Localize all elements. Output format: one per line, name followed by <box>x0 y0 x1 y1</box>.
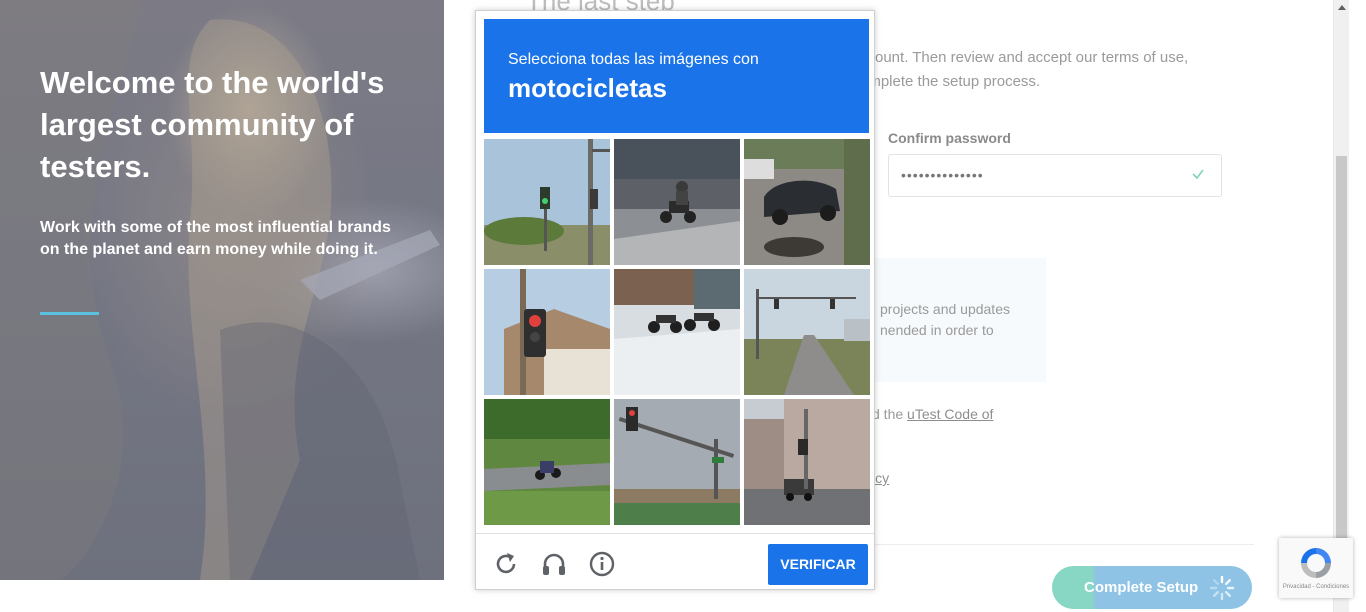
signup-page: Welcome to the world's largest community… <box>0 0 1366 612</box>
hero-panel: Welcome to the world's largest community… <box>0 0 444 580</box>
form-intro: ccount. Then review and accept our terms… <box>860 49 1189 90</box>
captcha-tile-9[interactable] <box>744 399 870 525</box>
code-prefix: d the <box>872 406 908 422</box>
page-scrollbar[interactable] <box>1333 0 1349 612</box>
captcha-tile-6[interactable] <box>744 269 870 395</box>
captcha-tile-2[interactable] <box>614 139 740 265</box>
confirm-password-field[interactable]: •••••••••••••• <box>888 154 1222 197</box>
recaptcha-terms[interactable]: Privacidad - Condiciones <box>1279 584 1353 590</box>
verify-button[interactable]: VERIFICAR <box>768 544 868 585</box>
hero-subtitle: Work with some of the most influential b… <box>40 219 391 258</box>
parked-car-image <box>744 139 870 265</box>
code-of-conduct-link[interactable]: uTest Code of <box>907 406 993 422</box>
captcha-tile-1[interactable] <box>484 139 610 265</box>
captcha-header: Selecciona todas las imágenes con motoci… <box>484 19 869 133</box>
captcha-instruction: Selecciona todas las imágenes con <box>508 51 759 68</box>
scroll-thumb[interactable] <box>1336 156 1347 540</box>
captcha-target: motocicletas <box>508 73 667 103</box>
loading-spinner-icon <box>1209 575 1235 601</box>
motorcycle-road-image <box>484 399 610 525</box>
scroll-up-arrow-icon[interactable] <box>1338 5 1346 10</box>
traffic-light-image <box>484 139 610 265</box>
captcha-tile-4[interactable] <box>484 269 610 395</box>
road-traffic-lights-image <box>744 269 870 395</box>
complete-setup-label: Complete Setup <box>1084 579 1199 596</box>
info-icon[interactable] <box>588 550 616 578</box>
recaptcha-logo-icon <box>1301 548 1331 578</box>
info-box: projects and updates nended in order to <box>860 258 1046 382</box>
recaptcha-badge[interactable]: Privacidad - Condiciones <box>1279 538 1353 598</box>
confirm-password-value: •••••••••••••• <box>901 167 984 183</box>
captcha-tile-5[interactable] <box>614 269 740 395</box>
info-text: projects and updates nended in order to <box>880 301 1010 338</box>
code-of-conduct-text: d the uTest Code of <box>872 406 993 422</box>
captcha-challenge: Selecciona todas las imágenes con motoci… <box>475 10 875 590</box>
hero-accent-line <box>40 312 99 315</box>
traffic-light-pole-image <box>614 399 740 525</box>
traffic-light-house-image <box>484 269 610 395</box>
refresh-icon[interactable] <box>492 550 520 578</box>
complete-setup-button[interactable]: Complete Setup <box>1052 566 1252 609</box>
captcha-tile-8[interactable] <box>614 399 740 525</box>
divider <box>870 544 1254 545</box>
headphones-icon[interactable] <box>540 550 568 578</box>
city-street-image <box>744 399 870 525</box>
captcha-footer: VERIFICAR <box>476 533 874 589</box>
motorcycles-snow-image <box>614 269 740 395</box>
check-icon <box>1192 169 1204 180</box>
captcha-tile-3[interactable] <box>744 139 870 265</box>
motorcycle-highway-image <box>614 139 740 265</box>
hero-title: Welcome to the world's largest community… <box>40 65 385 184</box>
captcha-tile-7[interactable] <box>484 399 610 525</box>
confirm-password-label: Confirm password <box>888 130 1011 146</box>
